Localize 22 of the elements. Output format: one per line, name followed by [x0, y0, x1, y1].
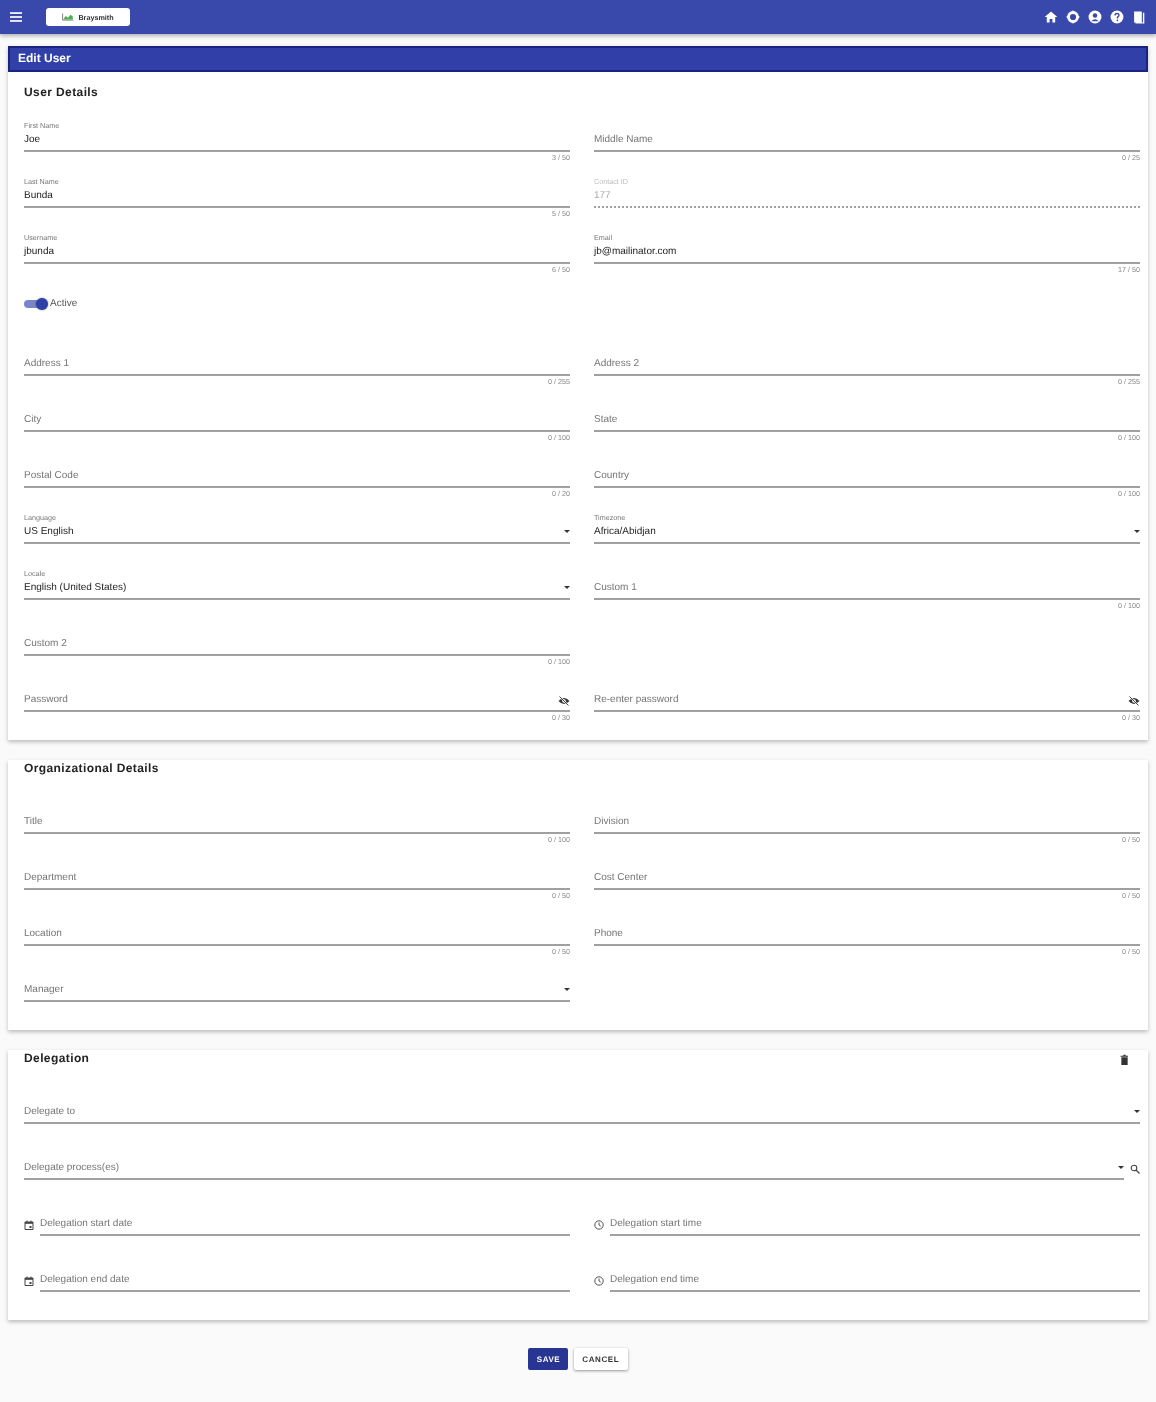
search-icon[interactable]	[1130, 1164, 1140, 1174]
caret-icon	[1134, 1110, 1140, 1114]
eye-slash-icon[interactable]	[1128, 695, 1140, 705]
calendar-icon[interactable]	[24, 1220, 34, 1230]
caret-icon	[564, 586, 570, 590]
help-icon[interactable]	[1110, 10, 1124, 24]
delete-icon[interactable]	[1119, 1054, 1128, 1066]
toggle-switch[interactable]	[24, 300, 46, 308]
home-icon[interactable]	[1044, 10, 1058, 24]
menu-icon[interactable]	[10, 12, 22, 22]
eye-slash-icon[interactable]	[558, 695, 570, 705]
caret-icon	[1134, 530, 1140, 534]
calendar-icon[interactable]	[24, 1276, 34, 1286]
user-icon[interactable]	[1088, 10, 1102, 24]
settings-icon[interactable]	[1066, 10, 1080, 24]
clock-icon[interactable]	[594, 1220, 604, 1230]
caret-icon	[564, 988, 570, 992]
book-icon[interactable]	[1132, 10, 1146, 24]
caret-icon	[564, 530, 570, 534]
caret-icon	[1118, 1166, 1124, 1170]
clock-icon[interactable]	[594, 1276, 604, 1286]
chart-icon	[62, 12, 75, 22]
